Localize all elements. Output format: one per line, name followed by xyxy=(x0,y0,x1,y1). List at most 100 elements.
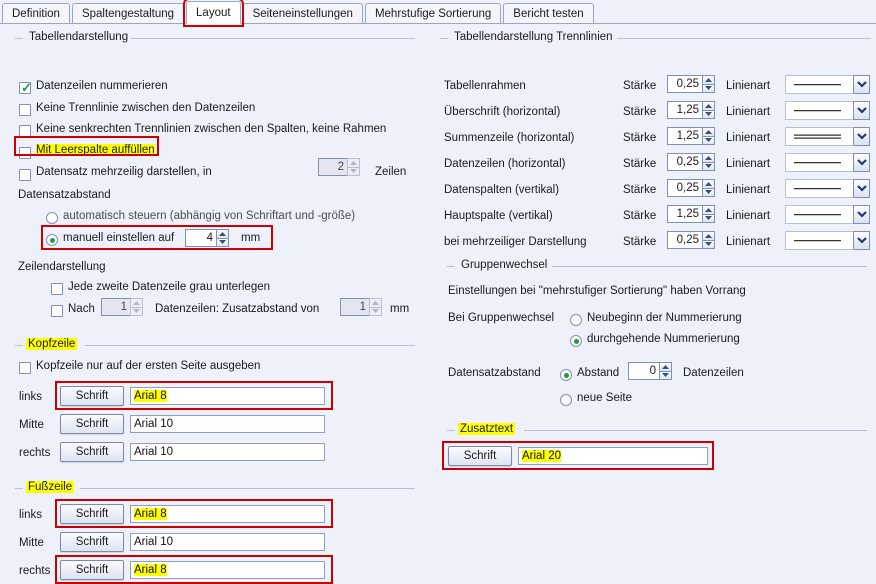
stepper-value[interactable]: 0,25 xyxy=(667,75,702,93)
stepper-mehrzeilig-staerke[interactable]: 0,25 xyxy=(667,231,715,249)
stepper-down-icon[interactable] xyxy=(702,161,715,171)
input-fusszeile-mitte[interactable]: Arial 10 xyxy=(130,533,325,551)
stepper-down-icon[interactable] xyxy=(702,83,715,93)
input-fusszeile-links[interactable]: Arial 8 xyxy=(130,505,325,523)
combo-summenzeile-linienart[interactable] xyxy=(785,127,870,146)
button-kopfzeile-links-schrift[interactable]: Schrift xyxy=(60,386,124,406)
checkbox-keine-trennlinie[interactable] xyxy=(19,104,31,116)
stepper-hauptspalte-staerke[interactable]: 1,25 xyxy=(667,205,715,223)
checkbox-kopfzeile-erste-seite[interactable] xyxy=(19,362,31,374)
stepper-up-icon[interactable] xyxy=(702,75,715,84)
stepper-down-icon[interactable] xyxy=(702,239,715,249)
stepper-up-icon[interactable] xyxy=(216,229,229,238)
radio-abstand[interactable] xyxy=(560,369,572,381)
stepper-abstand-value[interactable]: 0 xyxy=(628,362,659,380)
stepper-value[interactable]: 1,25 xyxy=(667,127,702,145)
tab-definition[interactable]: Definition xyxy=(2,3,70,24)
combo-ueberschrift-linienart[interactable] xyxy=(785,101,870,120)
stepper-down-icon[interactable] xyxy=(702,109,715,119)
stepper-value[interactable]: 0,25 xyxy=(667,231,702,249)
combo-datenzeilen-linienart[interactable] xyxy=(785,153,870,172)
stepper-summenzeile-staerke[interactable]: 1,25 xyxy=(667,127,715,145)
stepper-zeilen-value[interactable]: 2 xyxy=(318,158,347,176)
combo-tabellenrahmen-linienart[interactable] xyxy=(785,75,870,94)
stepper-up-icon[interactable] xyxy=(130,298,143,307)
tab-layout[interactable]: Layout xyxy=(183,0,244,27)
stepper-down-icon[interactable] xyxy=(216,237,229,247)
stepper-value[interactable]: 1,25 xyxy=(667,101,702,119)
label-datenzeilen-horizontal: Datenzeilen (horizontal) xyxy=(444,158,566,170)
checkbox-keine-senkrechten-trennlinien[interactable] xyxy=(19,125,31,137)
combo-datenspalten-linienart[interactable] xyxy=(785,179,870,198)
stepper-up-icon[interactable] xyxy=(702,231,715,240)
stepper-value[interactable]: 1,25 xyxy=(667,205,702,223)
chevron-down-icon[interactable] xyxy=(853,205,870,224)
stepper-manuell-value[interactable]: 4 xyxy=(185,229,216,247)
checkbox-mit-leerspalte-auffuellen[interactable] xyxy=(19,147,31,159)
input-kopfzeile-mitte[interactable]: Arial 10 xyxy=(130,415,325,433)
stepper-value[interactable]: 0,25 xyxy=(667,153,702,171)
stepper-up-icon[interactable] xyxy=(347,158,360,167)
combo-mehrzeilig-linienart[interactable] xyxy=(785,231,870,250)
stepper-datenspalten-staerke[interactable]: 0,25 xyxy=(667,179,715,197)
stepper-manuell-mm[interactable]: 4 xyxy=(185,229,229,247)
checkbox-nach-datenzeilen[interactable] xyxy=(51,305,63,317)
combo-hauptspalte-linienart[interactable] xyxy=(785,205,870,224)
stepper-up-icon[interactable] xyxy=(702,127,715,136)
stepper-zusatzabstand-value[interactable]: 1 xyxy=(340,298,369,316)
stepper-down-icon[interactable] xyxy=(702,213,715,223)
checkbox-datenzeilen-nummerieren[interactable]: ✓ xyxy=(19,81,32,94)
radio-neue-seite[interactable] xyxy=(560,394,572,406)
tab-bericht-testen[interactable]: Bericht testen xyxy=(503,3,594,24)
stepper-up-icon[interactable] xyxy=(702,179,715,188)
stepper-nach-datenzeilen[interactable]: 1 xyxy=(101,298,143,316)
button-fusszeile-links-schrift[interactable]: Schrift xyxy=(60,504,124,524)
chevron-down-icon[interactable] xyxy=(853,127,870,146)
checkbox-datensatz-mehrzeilig[interactable] xyxy=(19,169,31,181)
button-fusszeile-rechts-schrift[interactable]: Schrift xyxy=(60,560,124,580)
button-kopfzeile-rechts-schrift[interactable]: Schrift xyxy=(60,442,124,462)
tab-mehrstufige-sortierung[interactable]: Mehrstufige Sortierung xyxy=(364,3,502,24)
stepper-down-icon[interactable] xyxy=(702,135,715,145)
stepper-ueberschrift-staerke[interactable]: 1,25 xyxy=(667,101,715,119)
stepper-up-icon[interactable] xyxy=(702,205,715,214)
stepper-zusatzabstand[interactable]: 1 xyxy=(340,298,382,316)
stepper-up-icon[interactable] xyxy=(702,101,715,110)
chevron-down-icon[interactable] xyxy=(853,153,870,172)
input-fusszeile-rechts[interactable]: Arial 8 xyxy=(130,561,325,579)
chevron-down-icon[interactable] xyxy=(853,101,870,120)
stepper-down-icon[interactable] xyxy=(702,187,715,197)
button-zusatztext-schrift[interactable]: Schrift xyxy=(448,446,512,466)
chevron-down-icon[interactable] xyxy=(853,231,870,250)
button-kopfzeile-mitte-schrift[interactable]: Schrift xyxy=(60,414,124,434)
group-title: Tabellendarstellung xyxy=(26,31,132,43)
chevron-down-icon[interactable] xyxy=(853,179,870,198)
button-fusszeile-mitte-schrift[interactable]: Schrift xyxy=(60,532,124,552)
stepper-datenzeilen-staerke[interactable]: 0,25 xyxy=(667,153,715,171)
stepper-abstand-datenzeilen[interactable]: 0 xyxy=(628,362,672,380)
label-zeilendarstellung: Zeilendarstellung xyxy=(18,261,106,273)
stepper-tabellenrahmen-staerke[interactable]: 0,25 xyxy=(667,75,715,93)
stepper-down-icon[interactable] xyxy=(347,166,360,176)
stepper-down-icon[interactable] xyxy=(659,370,672,380)
stepper-up-icon[interactable] xyxy=(659,362,672,371)
input-zusatztext[interactable]: Arial 20 xyxy=(518,447,708,465)
stepper-up-icon[interactable] xyxy=(702,153,715,162)
stepper-down-icon[interactable] xyxy=(369,306,382,316)
stepper-down-icon[interactable] xyxy=(130,306,143,316)
tab-seiteneinstellungen[interactable]: Seiteneinstellungen xyxy=(242,3,363,24)
radio-automatisch-steuern[interactable] xyxy=(46,212,58,224)
radio-neubeginn-nummerierung[interactable] xyxy=(570,314,582,326)
radio-durchgehende-nummerierung[interactable] xyxy=(570,335,582,347)
input-kopfzeile-links[interactable]: Arial 8 xyxy=(130,387,325,405)
label-fusszeile-rechts: rechts xyxy=(19,565,51,577)
chevron-down-icon[interactable] xyxy=(853,75,870,94)
input-kopfzeile-rechts[interactable]: Arial 10 xyxy=(130,443,325,461)
stepper-zeilen[interactable]: 2 xyxy=(318,158,360,176)
checkbox-jede-zweite-datenzeile[interactable] xyxy=(51,283,63,295)
radio-manuell-einstellen[interactable] xyxy=(46,234,58,246)
tab-spaltengestaltung[interactable]: Spaltengestaltung xyxy=(71,3,185,24)
stepper-value[interactable]: 0,25 xyxy=(667,179,702,197)
stepper-up-icon[interactable] xyxy=(369,298,382,307)
stepper-nach-value[interactable]: 1 xyxy=(101,298,130,316)
